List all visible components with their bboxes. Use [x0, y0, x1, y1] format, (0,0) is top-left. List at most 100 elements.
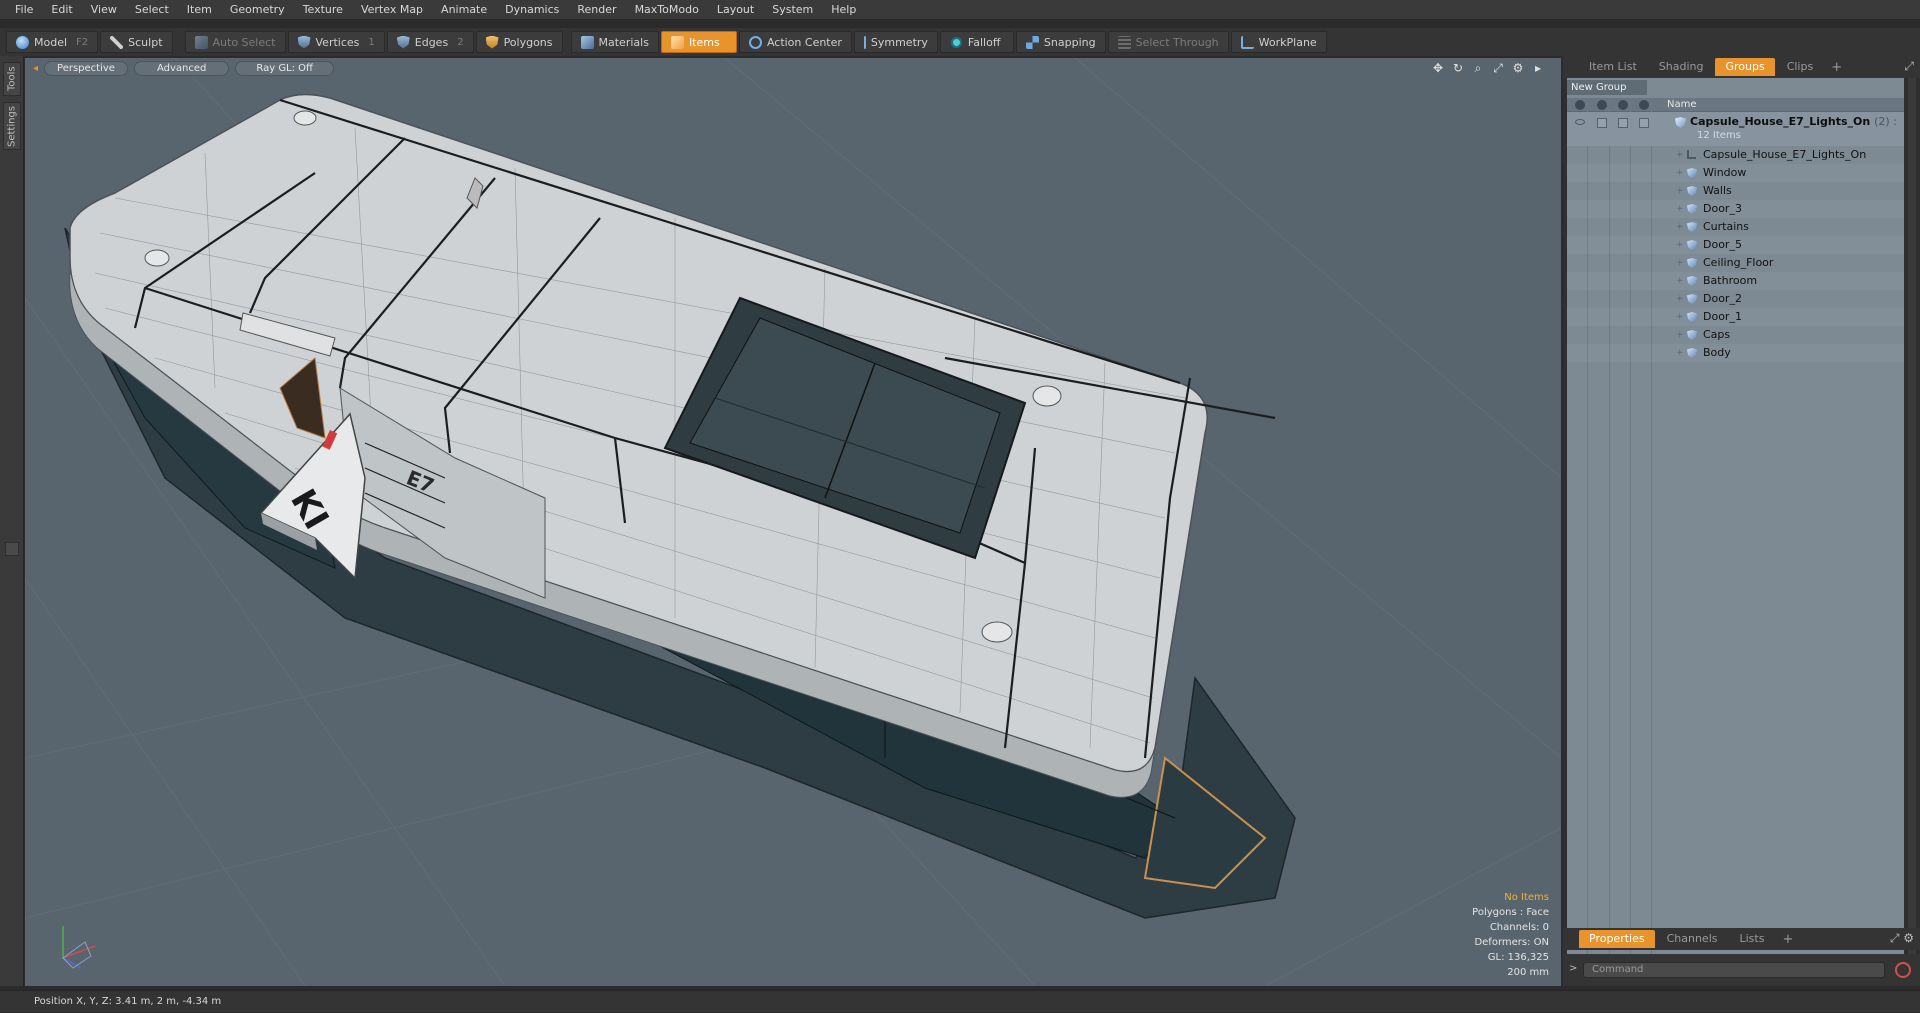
tools-tab[interactable]: Tools	[3, 62, 21, 96]
info-scale: 200 mm	[1507, 967, 1549, 978]
menu-view[interactable]: View	[82, 0, 126, 20]
expand-arrow-icon[interactable]: ▸	[1531, 61, 1545, 75]
menu-vertex-map[interactable]: Vertex Map	[352, 0, 432, 20]
render-toggle[interactable]	[1597, 118, 1607, 128]
select-through-button[interactable]: Select Through	[1107, 31, 1229, 53]
roof-cap	[1032, 385, 1062, 407]
action-center-icon	[748, 35, 762, 49]
auto-select-button[interactable]: Auto Select	[184, 31, 286, 53]
action-center-button[interactable]: Action Center	[738, 31, 852, 53]
position-readout: Position X, Y, Z: 3.41 m, 2 m, -4.34 m	[34, 996, 222, 1007]
list-scrollbar[interactable]	[1908, 78, 1916, 976]
axis-gizmo	[62, 926, 96, 969]
menu-file[interactable]: File	[6, 0, 42, 20]
menu-dynamics[interactable]: Dynamics	[496, 0, 568, 20]
add-tab-icon[interactable]: +	[1776, 932, 1799, 947]
3d-viewport[interactable]: E7 KI ◂ Perspective Advanced Ray GL: Off	[25, 58, 1561, 986]
list-item[interactable]: + Body	[1567, 344, 1904, 362]
menu-maxtomodo[interactable]: MaxToModo	[626, 0, 708, 20]
lock-column-icon[interactable]	[1618, 100, 1628, 110]
maximize-icon[interactable]: ⤢ ⚙	[1890, 931, 1914, 946]
fit-icon[interactable]: ⤢	[1491, 61, 1505, 75]
tab-properties[interactable]: Properties	[1579, 930, 1655, 948]
workplane-button[interactable]: WorkPlane	[1230, 31, 1327, 53]
polygons-mode-button[interactable]: Polygons	[475, 31, 563, 53]
menu-texture[interactable]: Texture	[294, 0, 352, 20]
command-caret-icon: >	[1569, 963, 1578, 974]
tab-shading[interactable]: Shading	[1649, 58, 1714, 76]
group-row[interactable]: Capsule_House_E7_Lights_On (2) : 12 Item…	[1567, 112, 1904, 146]
model-mode-button[interactable]: Model F2	[6, 31, 99, 53]
tab-channels[interactable]: Channels	[1657, 930, 1728, 948]
viewport-info-overlay: No Items Polygons : Face Channels: 0 Def…	[1472, 890, 1549, 980]
stop-icon[interactable]	[1895, 962, 1911, 978]
command-input[interactable]: Command	[1583, 962, 1885, 978]
shading-dropdown[interactable]: Advanced	[133, 60, 230, 76]
mesh-icon	[1687, 204, 1697, 214]
menu-animate[interactable]: Animate	[432, 0, 496, 20]
menu-system[interactable]: System	[763, 0, 822, 20]
menu-item[interactable]: Item	[178, 0, 221, 20]
menu-select[interactable]: Select	[126, 0, 178, 20]
collapse-handle[interactable]	[5, 542, 19, 556]
menu-layout[interactable]: Layout	[708, 0, 763, 20]
select-toggle[interactable]	[1639, 118, 1649, 128]
main-toolbar: Model F2 Sculpt Auto Select Vertices 1 E…	[0, 28, 1920, 56]
list-item[interactable]: + Bathroom	[1567, 272, 1904, 290]
menu-edit[interactable]: Edit	[42, 0, 81, 20]
symmetry-button[interactable]: Symmetry	[853, 31, 938, 53]
list-item[interactable]: + Curtains	[1567, 218, 1904, 236]
list-item[interactable]: + Capsule_House_E7_Lights_On	[1567, 146, 1904, 164]
groups-list: New Group Name Capsule_House_E7_Lights_O…	[1567, 78, 1916, 976]
zoom-icon[interactable]: ⌕	[1471, 61, 1485, 75]
tab-groups[interactable]: Groups	[1715, 58, 1775, 76]
gear-icon[interactable]: ⚙	[1511, 61, 1525, 75]
name-column-header[interactable]: Name	[1667, 98, 1697, 112]
falloff-button[interactable]: Falloff	[939, 31, 1014, 53]
roof-cap	[144, 249, 170, 267]
menu-help[interactable]: Help	[822, 0, 865, 20]
vertices-shortcut: 1	[368, 36, 375, 48]
list-item[interactable]: + Walls	[1567, 182, 1904, 200]
tab-item-list[interactable]: Item List	[1579, 58, 1647, 76]
list-item[interactable]: + Ceiling_Floor	[1567, 254, 1904, 272]
menu-geometry[interactable]: Geometry	[221, 0, 294, 20]
materials-mode-button[interactable]: Materials	[570, 31, 659, 53]
items-mode-button[interactable]: Items	[660, 31, 737, 53]
tab-clips[interactable]: Clips	[1777, 58, 1824, 76]
render-column-icon[interactable]	[1597, 100, 1607, 110]
rotate-icon[interactable]: ↻	[1451, 61, 1465, 75]
pan-icon[interactable]: ✥	[1431, 61, 1445, 75]
info-channels: Channels: 0	[1489, 922, 1549, 933]
maximize-icon[interactable]: ⤢	[1904, 59, 1914, 74]
vertices-mode-button[interactable]: Vertices 1	[287, 31, 385, 53]
list-item[interactable]: + Caps	[1567, 326, 1904, 344]
capsule-house-model[interactable]: E7 KI	[64, 93, 1296, 919]
select-column-icon[interactable]	[1639, 100, 1649, 110]
visibility-column-icon[interactable]	[1575, 100, 1585, 110]
tab-lists[interactable]: Lists	[1730, 930, 1775, 948]
raygl-toggle[interactable]: Ray GL: Off	[235, 60, 334, 76]
list-item[interactable]: + Door_5	[1567, 236, 1904, 254]
list-item[interactable]: + Door_1	[1567, 308, 1904, 326]
viewport-menu-icon[interactable]: ◂	[33, 63, 38, 74]
viewport-header: ◂ Perspective Advanced Ray GL: Off	[25, 58, 1561, 78]
snapping-button[interactable]: Snapping	[1015, 31, 1106, 53]
add-tab-icon[interactable]: +	[1825, 60, 1848, 75]
list-item[interactable]: + Door_3	[1567, 200, 1904, 218]
sculpt-mode-button[interactable]: Sculpt	[100, 31, 173, 53]
group-icon	[1675, 117, 1686, 128]
list-item[interactable]: + Window	[1567, 164, 1904, 182]
eye-icon[interactable]	[1575, 119, 1585, 125]
scene-canvas[interactable]: E7 KI	[25, 58, 1561, 986]
edges-mode-button[interactable]: Edges 2	[386, 31, 474, 53]
settings-tab[interactable]: Settings	[3, 102, 21, 150]
roof-cap	[293, 110, 317, 126]
menu-render[interactable]: Render	[568, 0, 625, 20]
symmetry-label: Symmetry	[870, 35, 928, 49]
new-group-button[interactable]: New Group	[1567, 80, 1647, 95]
status-bar: Position X, Y, Z: 3.41 m, 2 m, -4.34 m	[0, 990, 1920, 1012]
view-mode-dropdown[interactable]: Perspective	[44, 60, 128, 76]
list-item[interactable]: + Door_2	[1567, 290, 1904, 308]
lock-toggle[interactable]	[1618, 118, 1628, 128]
